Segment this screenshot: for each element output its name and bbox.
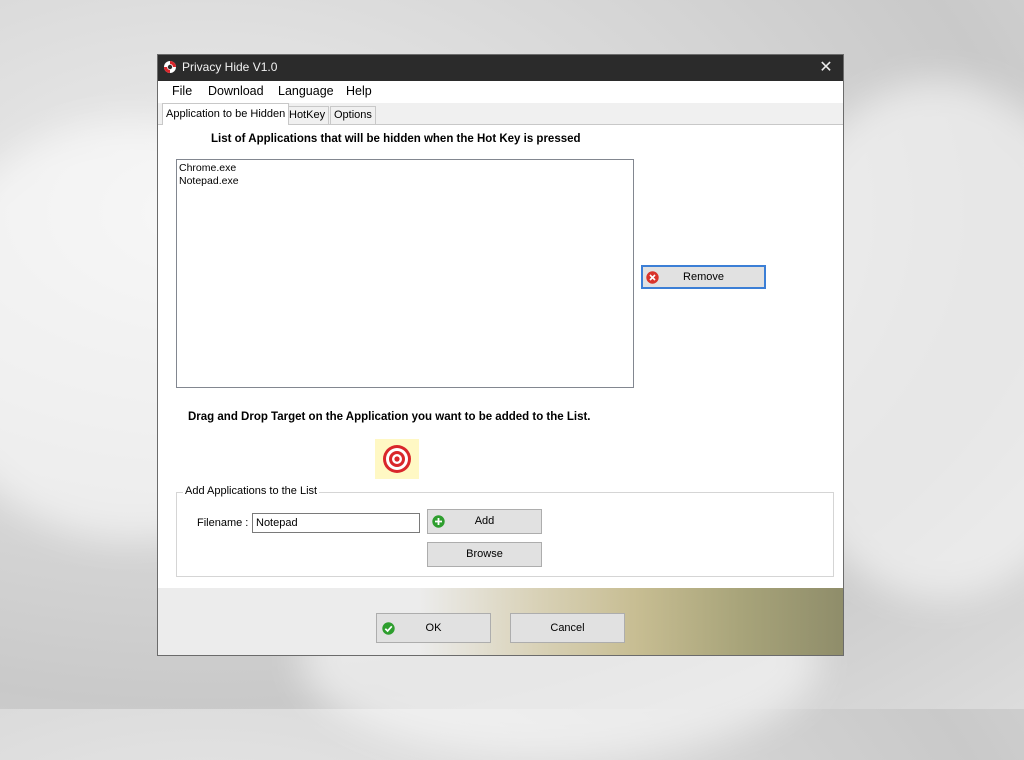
cancel-label: Cancel [550,622,585,634]
target-icon [383,445,411,473]
ok-button[interactable]: OK [376,613,491,643]
window-title: Privacy Hide V1.0 [182,60,278,74]
check-circle-icon [382,622,395,635]
tab-panel: List of Applications that will be hidden… [158,125,843,588]
menu-bar: File Download Language Help [158,81,843,103]
tab-hotkey[interactable]: HotKey [285,106,330,124]
menu-download[interactable]: Download [208,84,264,98]
list-item[interactable]: Notepad.exe [179,175,631,188]
tab-application-to-be-hidden[interactable]: Application to be Hidden [162,103,290,125]
lifebuoy-icon [164,61,176,73]
list-heading: List of Applications that will be hidden… [211,133,581,145]
remove-label: Remove [683,271,724,283]
remove-x-icon [646,271,659,284]
drag-drop-instruction: Drag and Drop Target on the Application … [188,411,591,423]
plus-circle-icon [432,515,445,528]
filename-input[interactable] [252,513,420,533]
browse-label: Browse [466,548,503,560]
menu-file[interactable]: File [172,84,192,98]
tab-options[interactable]: Options [330,106,376,124]
drag-target[interactable] [375,439,419,479]
title-bar: Privacy Hide V1.0 ✕ [158,55,843,81]
add-applications-group: Add Applications to the List Filename : … [176,485,834,577]
filename-label: Filename : [197,517,249,529]
app-window: Privacy Hide V1.0 ✕ File Download Langua… [157,54,844,656]
cancel-button[interactable]: Cancel [510,613,625,643]
browse-button[interactable]: Browse [427,542,542,567]
button-bar: OK Cancel [158,588,843,655]
list-item[interactable]: Chrome.exe [179,162,631,175]
remove-button[interactable]: Remove [641,265,766,289]
group-legend: Add Applications to the List [183,485,320,497]
menu-help[interactable]: Help [346,84,372,98]
ok-label: OK [425,622,442,634]
menu-language[interactable]: Language [278,84,334,98]
close-button[interactable]: ✕ [809,55,843,81]
hidden-apps-listbox[interactable]: Chrome.exe Notepad.exe [176,159,634,388]
add-label: Add [474,515,495,527]
tab-strip: Application to be Hidden HotKey Options [158,103,843,125]
add-button[interactable]: Add [427,509,542,534]
